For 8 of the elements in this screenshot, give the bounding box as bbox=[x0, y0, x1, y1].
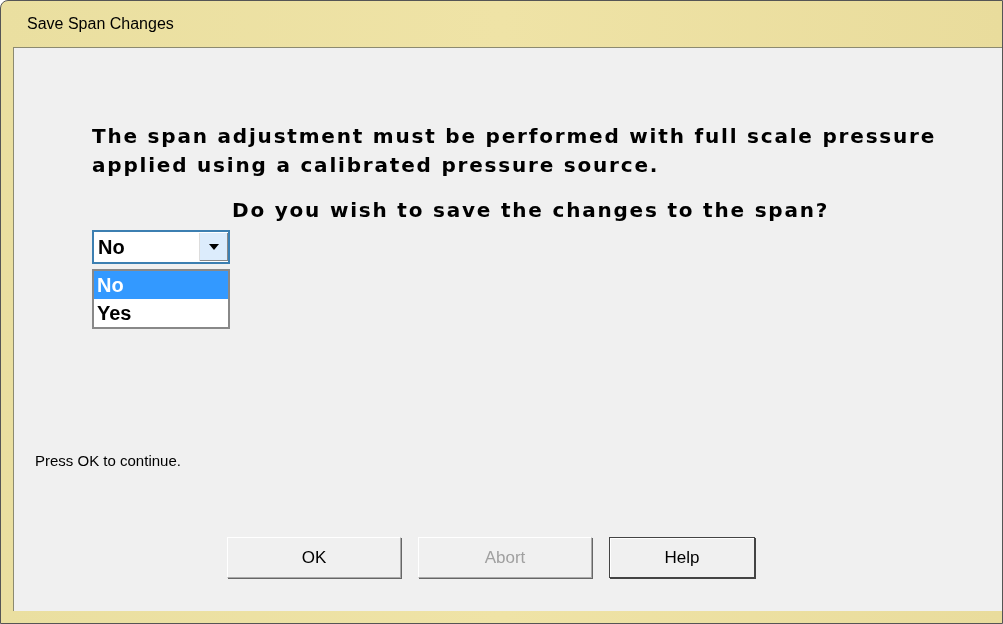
dialog-button[interactable]: Help bbox=[609, 537, 755, 578]
message-text: The span adjustment must be performed with full scale pressure applied using a calibrated pressure source. bbox=[92, 123, 938, 179]
question-text: Do you wish to save the changes to the span? bbox=[232, 198, 830, 222]
window-title: Save Span Changes bbox=[27, 15, 174, 33]
dialog-button[interactable]: OK bbox=[227, 537, 401, 578]
dropdown-option[interactable]: Yes bbox=[94, 299, 228, 327]
hint-text: Press OK to continue. bbox=[35, 452, 182, 469]
dropdown-field[interactable]: No bbox=[92, 230, 230, 264]
